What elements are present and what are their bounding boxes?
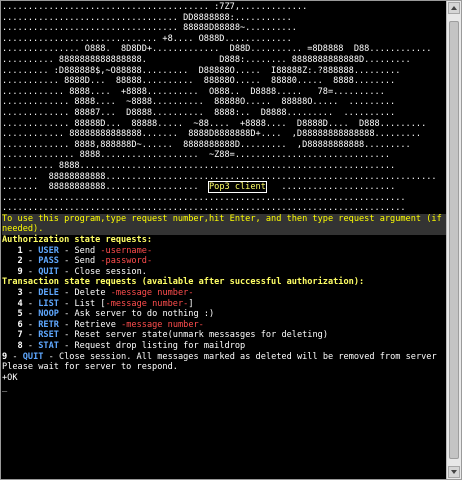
request-command: PASS: [38, 256, 59, 267]
request-description: Close session. All messages marked as de…: [58, 351, 437, 362]
terminal-cursor[interactable]: _: [2, 383, 447, 394]
request-command: RSET: [38, 330, 59, 341]
transaction-section-title: Transaction state requests (available af…: [2, 277, 365, 288]
request-item: 9 - QUIT - Close session.: [17, 266, 147, 277]
request-argument: -message number-: [105, 298, 189, 309]
banner-line: .................................. DD888…: [2, 12, 292, 23]
request-item: 2 - PASS - Send -password-: [17, 256, 153, 267]
request-description: Retrieve: [74, 319, 116, 330]
request-item: 7 - RSET - Reset server state(unmark mes…: [17, 330, 329, 341]
vertical-scrollbar[interactable]: [446, 1, 461, 479]
scroll-up-button[interactable]: [448, 2, 460, 14]
banner-line: ............ 88888888888888....... 8888D…: [2, 129, 422, 140]
request-argument: -message number-: [110, 288, 194, 299]
request-command: LIST: [38, 298, 59, 309]
request-description: Reset server state(unmark messasges for …: [74, 330, 329, 341]
request-item: 9 - QUIT - Close session. All messages m…: [2, 351, 437, 362]
status-line-wait: Please wait for server to respond.: [2, 362, 178, 373]
request-command: NOOP: [38, 309, 59, 320]
request-command: QUIT: [38, 266, 59, 277]
request-description: Delete: [74, 288, 106, 299]
request-description: Ask server to do nothing :): [74, 309, 215, 320]
auth-request-list: 1 - USER - Send -username- 2 - PASS - Se…: [2, 246, 447, 278]
banner-line: .......... 8888888888888888. D888:......…: [2, 54, 411, 65]
request-command: STAT: [38, 341, 59, 351]
banner-line: ........................................…: [2, 2, 308, 12]
request-description: Close session.: [74, 266, 147, 277]
request-item: 4 - LIST - List [-message number-]: [17, 298, 194, 309]
request-item: 3 - DELE - Delete -message number-: [17, 288, 194, 299]
banner-line: ............. 88887... D8888.......... 8…: [2, 107, 396, 118]
request-item: 5 - NOOP - Ask server to do nothing :): [17, 309, 215, 320]
request-description: List [: [74, 298, 106, 309]
banner-line: ............. 88888D... 88888..... ~88..…: [2, 118, 427, 129]
request-tail: ]: [188, 298, 194, 309]
request-argument: -username-: [100, 245, 153, 256]
request-command: USER: [38, 245, 59, 256]
request-command: RETR: [38, 319, 59, 330]
scrollbar-thumb[interactable]: [449, 21, 459, 459]
request-command: QUIT: [22, 351, 44, 362]
request-item: 6 - RETR - Retrieve -message number-: [17, 319, 204, 330]
usage-instructions: To use this program,type request number,…: [2, 213, 447, 236]
transaction-request-list: 3 - DELE - Delete -message number- 4 - L…: [2, 288, 447, 362]
terminal-output[interactable]: ........................................…: [2, 2, 447, 478]
request-description: Request drop listing for maildrop: [74, 341, 246, 351]
banner-line: ........................................…: [2, 192, 406, 203]
banner-line: .......... 8888.........................…: [2, 160, 396, 171]
arrow-up-icon: [451, 6, 457, 10]
request-argument: -password-: [100, 256, 153, 267]
request-command: DELE: [38, 288, 59, 299]
banner-line: ....... 88888888888.....................…: [2, 171, 437, 182]
ascii-banner: ........................................…: [2, 2, 447, 214]
request-description: Send: [74, 245, 96, 256]
status-line-ok: +OK: [2, 372, 18, 383]
banner-line: .................................. 88888…: [2, 23, 297, 34]
banner-line: ............ 8888.... +8888.......... O8…: [2, 86, 385, 97]
banner-line: ............. 8888.... ~8888.......... 8…: [2, 97, 396, 108]
request-item: 8 - STAT - Request drop listing for mail…: [17, 341, 246, 351]
arrow-down-icon: [451, 470, 457, 474]
request-argument: -message number-: [121, 319, 204, 330]
banner-line: .............................. +8.... O8…: [2, 33, 292, 44]
banner-line: ......... :D888888$,~O88888......... D88…: [2, 65, 401, 76]
request-item: 1 - USER - Send -username-: [17, 245, 153, 256]
banner-line: ........................................…: [2, 203, 406, 214]
auth-section-title: Authorization state requests:: [2, 235, 153, 246]
banner-line: .............. 8888................... ~…: [2, 150, 391, 161]
banner-line: ....... 88888888888.................. Po…: [2, 181, 396, 194]
banner-line: ........... 8888D... 88888.......... 888…: [2, 76, 396, 87]
scroll-down-button[interactable]: [448, 466, 460, 478]
terminal-window: ........................................…: [0, 0, 462, 480]
request-description: Send: [74, 256, 96, 267]
banner-line: ............... O888. 8D8DD+............…: [2, 44, 432, 55]
banner-line: ............. 8888,888888D~...... 888888…: [2, 139, 411, 150]
app-title-label: Pop3 client: [207, 181, 267, 194]
